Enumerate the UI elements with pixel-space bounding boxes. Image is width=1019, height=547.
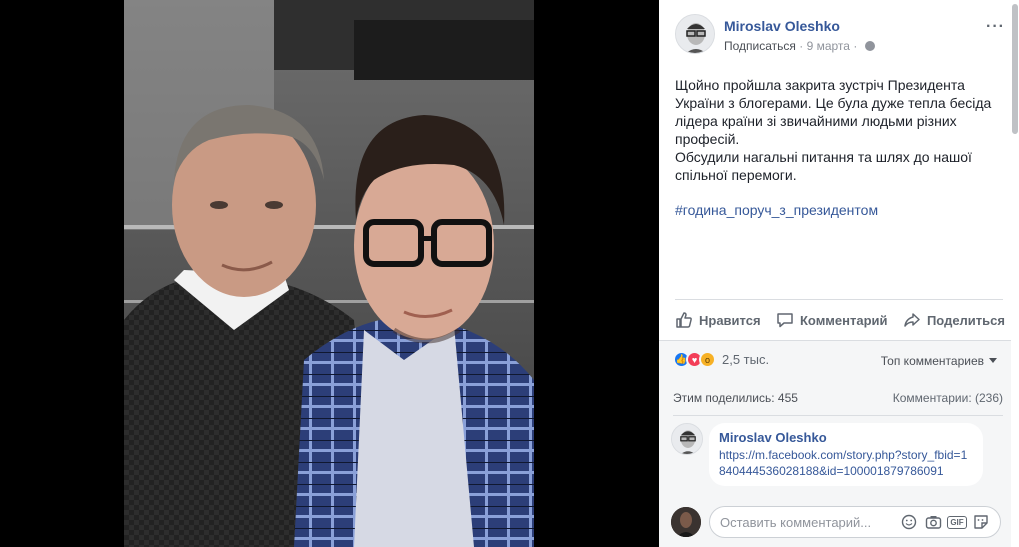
reactions-count[interactable]: 2,5 тыс. xyxy=(722,352,769,367)
subscribe-link[interactable]: Подписаться xyxy=(724,39,796,53)
author-name[interactable]: Miroslav Oleshko xyxy=(724,18,840,34)
more-options-button[interactable]: ··· xyxy=(986,18,1005,36)
selfie-image xyxy=(124,0,534,547)
wow-reaction-icon: o xyxy=(699,351,716,368)
share-button[interactable]: Поделиться xyxy=(903,311,1005,329)
sticker-icon[interactable] xyxy=(972,513,990,531)
post-text-line: Обсудили нагальні питання та шлях до наш… xyxy=(675,149,972,165)
post-side-panel: Miroslav Oleshko Подписаться · 9 марта ·… xyxy=(659,0,1019,547)
divider xyxy=(675,299,1003,300)
comment-sort-label: Топ комментариев xyxy=(880,354,984,368)
like-button[interactable]: Нравится xyxy=(675,311,761,329)
meta-separator-2: · xyxy=(853,39,858,53)
author-avatar[interactable] xyxy=(675,14,715,54)
post-actions-bar: Нравится Комментарий Поделиться xyxy=(675,306,1005,334)
thumbs-up-icon xyxy=(676,312,692,328)
chevron-down-icon xyxy=(989,358,997,363)
hashtag-link[interactable]: #година_поруч_з_президентом xyxy=(675,202,878,218)
post-meta: Подписаться · 9 марта · xyxy=(724,39,875,53)
shares-count[interactable]: Этим поделились: 455 xyxy=(673,391,798,405)
post-text-line: Щойно пройшла закрита зустріч Президента xyxy=(675,77,965,93)
like-label: Нравится xyxy=(699,312,761,328)
viewer-avatar[interactable] xyxy=(671,507,701,537)
composer-icons: GIF xyxy=(900,513,990,531)
emoji-icon[interactable] xyxy=(900,513,918,531)
share-icon xyxy=(904,313,920,327)
commenter-avatar-image xyxy=(672,424,702,454)
share-label: Поделиться xyxy=(926,312,1005,328)
scrollbar[interactable] xyxy=(1011,0,1019,547)
post-text-line: спільної перемоги. xyxy=(675,167,797,183)
commenter-avatar[interactable] xyxy=(671,423,703,455)
comment-icon xyxy=(777,313,793,328)
comment-link[interactable]: https://m.facebook.com/story.php?story_f… xyxy=(719,447,973,479)
comment-input[interactable]: Оставить комментарий... GIF xyxy=(709,506,1001,538)
reactions-summary[interactable]: 👍 ♥ o 2,5 тыс. xyxy=(673,351,769,368)
globe-icon xyxy=(864,41,875,51)
camera-icon[interactable] xyxy=(924,513,942,531)
comment-bubble: Miroslav Oleshko https://m.facebook.com/… xyxy=(709,423,983,486)
post-text-line: лідера країни зі звичайними людьми різни… xyxy=(675,113,957,129)
post-text-line: України з блогерами. Це була дуже тепла … xyxy=(675,95,992,111)
viewer-avatar-image xyxy=(671,507,701,537)
divider xyxy=(673,415,1003,416)
comment-sort-dropdown[interactable]: Топ комментариев xyxy=(881,354,997,368)
post-date[interactable]: 9 марта xyxy=(807,39,850,53)
post-photo[interactable] xyxy=(124,0,534,547)
gif-icon[interactable]: GIF xyxy=(947,513,967,531)
meta-separator: · xyxy=(799,39,804,53)
commenter-name[interactable]: Miroslav Oleshko xyxy=(719,430,973,445)
comment-input-placeholder: Оставить комментарий... xyxy=(720,514,872,530)
post-text-line: професій. xyxy=(675,131,740,147)
author-avatar-image xyxy=(676,15,714,53)
post-text: Щойно пройшла закрита зустріч Президента… xyxy=(675,76,995,184)
post-header: Miroslav Oleshko Подписаться · 9 марта ·… xyxy=(675,14,1005,58)
engagement-section: 👍 ♥ o 2,5 тыс. Топ комментариев Этим под… xyxy=(659,340,1011,547)
scrollbar-thumb[interactable] xyxy=(1012,4,1018,134)
comment-label: Комментарий xyxy=(799,312,888,328)
photo-viewer xyxy=(0,0,659,547)
comment-composer: Оставить комментарий... GIF xyxy=(671,505,1011,541)
comments-count[interactable]: Комментарии: (236) xyxy=(893,391,1003,405)
comment-button[interactable]: Комментарий xyxy=(776,311,888,329)
